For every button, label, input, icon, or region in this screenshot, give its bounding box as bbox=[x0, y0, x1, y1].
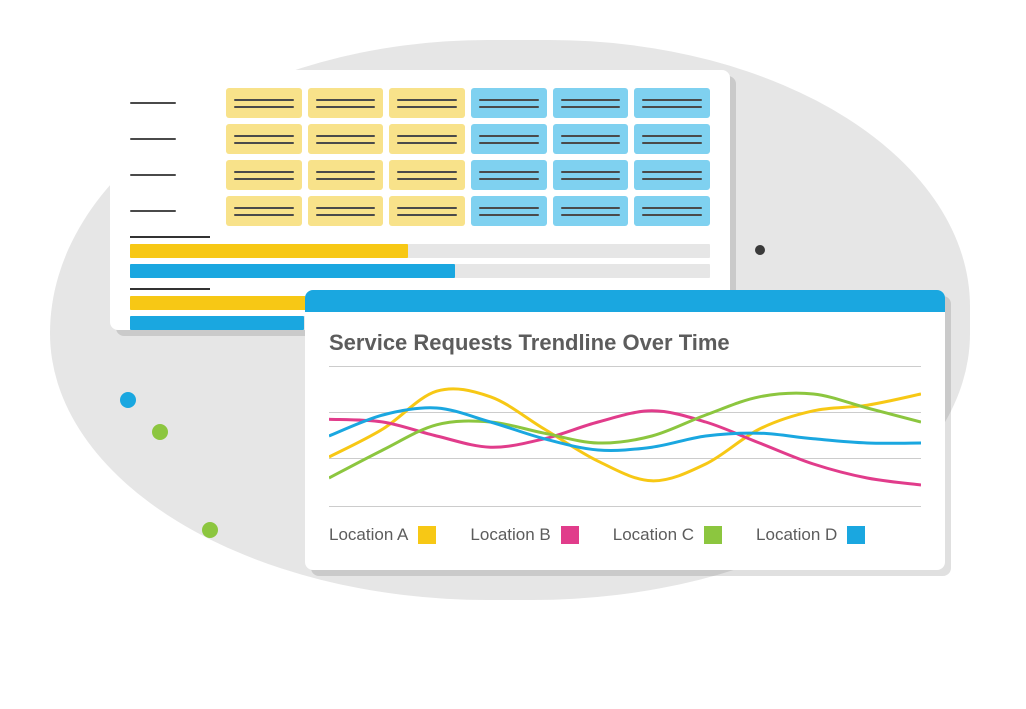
bar-fill bbox=[130, 264, 455, 278]
decor-dot bbox=[755, 245, 765, 255]
table-cell-yellow bbox=[226, 88, 302, 118]
chart-line-location-c bbox=[329, 393, 921, 478]
chart-header-bar bbox=[305, 290, 945, 312]
legend-label: Location B bbox=[470, 525, 550, 545]
table-cell-yellow bbox=[226, 196, 302, 226]
chart-card: Service Requests Trendline Over Time Loc… bbox=[305, 290, 945, 570]
table-cell-blue bbox=[553, 124, 629, 154]
table-cell-blue bbox=[471, 124, 547, 154]
bar-fill bbox=[130, 244, 408, 258]
decor-dot bbox=[202, 522, 218, 538]
legend-swatch bbox=[561, 526, 579, 544]
table-row bbox=[130, 160, 710, 190]
bar-fill bbox=[130, 316, 304, 330]
table-row bbox=[130, 88, 710, 118]
bar-row bbox=[130, 244, 710, 258]
bar-group-separator bbox=[130, 288, 210, 290]
table-cell-blue bbox=[553, 196, 629, 226]
table-cell-blue bbox=[634, 160, 710, 190]
table-cell-yellow bbox=[308, 124, 384, 154]
table-cell-yellow bbox=[226, 160, 302, 190]
table-cell-blue bbox=[553, 88, 629, 118]
table-cell-blue bbox=[471, 88, 547, 118]
legend-label: Location A bbox=[329, 525, 408, 545]
chart-line-location-a bbox=[329, 389, 921, 481]
table-cell-blue bbox=[634, 196, 710, 226]
table-cell-yellow bbox=[389, 160, 465, 190]
table-cell-yellow bbox=[226, 124, 302, 154]
table-rows bbox=[130, 88, 710, 226]
legend-swatch bbox=[418, 526, 436, 544]
table-cell-blue bbox=[553, 160, 629, 190]
table-cell-yellow bbox=[308, 88, 384, 118]
legend-item: Location B bbox=[470, 525, 578, 545]
chart-legend: Location A Location B Location C Location D bbox=[329, 525, 921, 545]
chart-body: Service Requests Trendline Over Time Loc… bbox=[305, 312, 945, 555]
legend-item: Location D bbox=[756, 525, 865, 545]
legend-item: Location C bbox=[613, 525, 722, 545]
legend-label: Location C bbox=[613, 525, 694, 545]
table-cell-yellow bbox=[308, 160, 384, 190]
chart-plot-area bbox=[329, 366, 921, 507]
legend-swatch bbox=[704, 526, 722, 544]
row-label bbox=[130, 102, 220, 104]
row-label bbox=[130, 138, 220, 140]
table-cell-blue bbox=[634, 124, 710, 154]
table-cell-blue bbox=[634, 88, 710, 118]
table-cell-yellow bbox=[389, 88, 465, 118]
table-cell-yellow bbox=[389, 124, 465, 154]
table-row bbox=[130, 196, 710, 226]
table-row bbox=[130, 124, 710, 154]
stage: Service Requests Trendline Over Time Loc… bbox=[0, 0, 1026, 709]
table-cell-blue bbox=[471, 196, 547, 226]
row-label bbox=[130, 174, 220, 176]
legend-item: Location A bbox=[329, 525, 436, 545]
decor-dot bbox=[152, 424, 168, 440]
table-cell-yellow bbox=[389, 196, 465, 226]
bar-group bbox=[130, 244, 710, 278]
table-cell-blue bbox=[471, 160, 547, 190]
bar-group-separator bbox=[130, 236, 210, 238]
row-label bbox=[130, 210, 220, 212]
table-cell-yellow bbox=[308, 196, 384, 226]
chart-title: Service Requests Trendline Over Time bbox=[329, 330, 921, 356]
legend-label: Location D bbox=[756, 525, 837, 545]
chart-lines bbox=[329, 366, 921, 506]
legend-swatch bbox=[847, 526, 865, 544]
decor-dot bbox=[120, 392, 136, 408]
bar-row bbox=[130, 264, 710, 278]
